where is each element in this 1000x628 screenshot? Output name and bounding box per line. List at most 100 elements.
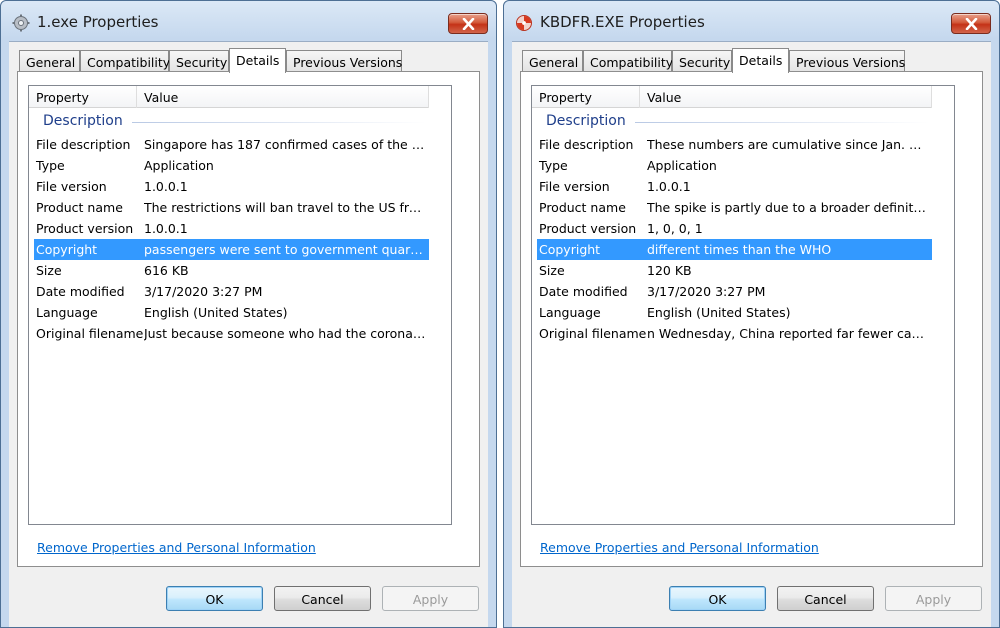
properties-dialog-kbdfr: KBDFR.EXE Properties General Compatibili…	[503, 0, 1000, 628]
table-row[interactable]: Size 616 KB	[34, 260, 429, 281]
tab-details[interactable]: Details	[229, 48, 286, 73]
table-row[interactable]: File version 1.0.0.1	[537, 176, 932, 197]
tab-general[interactable]: General	[522, 50, 583, 72]
property-name: Product version	[539, 221, 637, 236]
property-value: These numbers are cumulative since Jan. …	[647, 137, 929, 152]
property-name: File version	[36, 179, 107, 194]
table-row[interactable]: File description Singapore has 187 confir…	[34, 134, 429, 155]
title-bar[interactable]: KBDFR.EXE Properties	[504, 1, 999, 39]
listview-header: Property Value	[532, 86, 932, 108]
table-row[interactable]: Original filename Just because someone wh…	[34, 323, 429, 344]
window-title: 1.exe Properties	[37, 13, 159, 31]
details-listview[interactable]: Property Value Description File descript…	[531, 85, 955, 525]
remove-properties-link[interactable]: Remove Properties and Personal Informati…	[37, 540, 316, 555]
property-name: Product name	[539, 200, 626, 215]
tab-compatibility[interactable]: Compatibility	[80, 50, 170, 72]
column-header-value[interactable]: Value	[640, 86, 932, 108]
column-header-property[interactable]: Property	[532, 86, 640, 108]
table-row[interactable]: Date modified 3/17/2020 3:27 PM	[537, 281, 932, 302]
tab-details[interactable]: Details	[732, 48, 789, 73]
details-listview[interactable]: Property Value Description File descript…	[28, 85, 452, 525]
group-header-description: Description	[43, 113, 123, 129]
property-name: Size	[36, 263, 62, 278]
property-name: Original filename	[36, 326, 144, 341]
property-name: Language	[36, 305, 98, 320]
window-title: KBDFR.EXE Properties	[540, 13, 705, 31]
property-name: Language	[539, 305, 601, 320]
property-value: The restrictions will ban travel to the …	[144, 200, 426, 215]
property-name: Type	[539, 158, 568, 173]
table-row[interactable]: Language English (United States)	[34, 302, 429, 323]
table-row-selected[interactable]: Copyright passengers were sent to governm…	[34, 239, 429, 260]
close-icon	[462, 18, 475, 30]
table-row[interactable]: Size 120 KB	[537, 260, 932, 281]
property-value: Application	[144, 158, 214, 173]
table-row[interactable]: Product version 1, 0, 0, 1	[537, 218, 932, 239]
dialog-client-area: General Compatibility Security Details P…	[9, 41, 488, 627]
column-header-property[interactable]: Property	[29, 86, 137, 108]
table-row[interactable]: File description These numbers are cumula…	[537, 134, 932, 155]
remove-properties-link[interactable]: Remove Properties and Personal Informati…	[540, 540, 819, 555]
property-name: Copyright	[36, 242, 98, 257]
close-button[interactable]	[951, 13, 991, 34]
group-divider	[635, 122, 929, 123]
table-row[interactable]: File version 1.0.0.1	[34, 176, 429, 197]
property-value: 1.0.0.1	[647, 179, 691, 194]
property-name: Copyright	[539, 242, 601, 257]
table-row[interactable]: Original filename n Wednesday, China repo…	[537, 323, 932, 344]
red-swirl-app-icon	[516, 15, 532, 31]
property-value: English (United States)	[144, 305, 288, 320]
property-rows: File description Singapore has 187 confir…	[34, 134, 429, 344]
property-value: 1.0.0.1	[144, 179, 188, 194]
table-row-selected[interactable]: Copyright different times than the WHO	[537, 239, 932, 260]
property-name: Original filename	[539, 326, 647, 341]
gear-file-icon	[12, 14, 30, 32]
table-row[interactable]: Product name The restrictions will ban tr…	[34, 197, 429, 218]
apply-button[interactable]: Apply	[382, 586, 479, 611]
property-value: Just because someone who had the coronav…	[144, 326, 426, 341]
properties-dialog-1exe: 1.exe Properties General Compatibility S…	[0, 0, 497, 628]
tab-previous-versions[interactable]: Previous Versions	[286, 50, 402, 72]
property-value: 3/17/2020 3:27 PM	[647, 284, 766, 299]
property-name: Product name	[36, 200, 123, 215]
title-bar[interactable]: 1.exe Properties	[1, 1, 496, 39]
tab-previous-versions[interactable]: Previous Versions	[789, 50, 905, 72]
table-row[interactable]: Type Application	[537, 155, 932, 176]
ok-button[interactable]: OK	[166, 586, 263, 611]
table-row[interactable]: Product version 1.0.0.1	[34, 218, 429, 239]
group-header-description: Description	[546, 113, 626, 129]
tab-security[interactable]: Security	[169, 50, 229, 72]
property-value: 1.0.0.1	[144, 221, 188, 236]
property-value: 616 KB	[144, 263, 189, 278]
apply-button[interactable]: Apply	[885, 586, 982, 611]
property-name: Product version	[36, 221, 134, 236]
property-rows: File description These numbers are cumula…	[537, 134, 932, 344]
cancel-button[interactable]: Cancel	[274, 586, 371, 611]
table-row[interactable]: Product name The spike is partly due to a…	[537, 197, 932, 218]
property-value: 120 KB	[647, 263, 692, 278]
property-name: Date modified	[36, 284, 125, 299]
tab-compatibility[interactable]: Compatibility	[583, 50, 673, 72]
property-name: Size	[539, 263, 565, 278]
property-name: File version	[539, 179, 610, 194]
table-row[interactable]: Type Application	[34, 155, 429, 176]
ok-button[interactable]: OK	[669, 586, 766, 611]
property-value: English (United States)	[647, 305, 791, 320]
property-value: n Wednesday, China reported far fewer ca…	[647, 326, 929, 341]
close-button[interactable]	[448, 13, 488, 34]
property-value: 1, 0, 0, 1	[647, 221, 703, 236]
tab-security[interactable]: Security	[672, 50, 732, 72]
dialog-client-area: General Compatibility Security Details P…	[512, 41, 991, 627]
property-value: passengers were sent to government quara…	[144, 242, 426, 257]
table-row[interactable]: Language English (United States)	[537, 302, 932, 323]
column-header-value[interactable]: Value	[137, 86, 429, 108]
tab-general[interactable]: General	[19, 50, 80, 72]
table-row[interactable]: Date modified 3/17/2020 3:27 PM	[34, 281, 429, 302]
cancel-button[interactable]: Cancel	[777, 586, 874, 611]
listview-header: Property Value	[29, 86, 429, 108]
property-value: 3/17/2020 3:27 PM	[144, 284, 263, 299]
property-value: different times than the WHO	[647, 242, 832, 257]
property-value: The spike is partly due to a broader def…	[647, 200, 929, 215]
close-icon	[965, 18, 978, 30]
property-value: Singapore has 187 confirmed cases of the…	[144, 137, 426, 152]
